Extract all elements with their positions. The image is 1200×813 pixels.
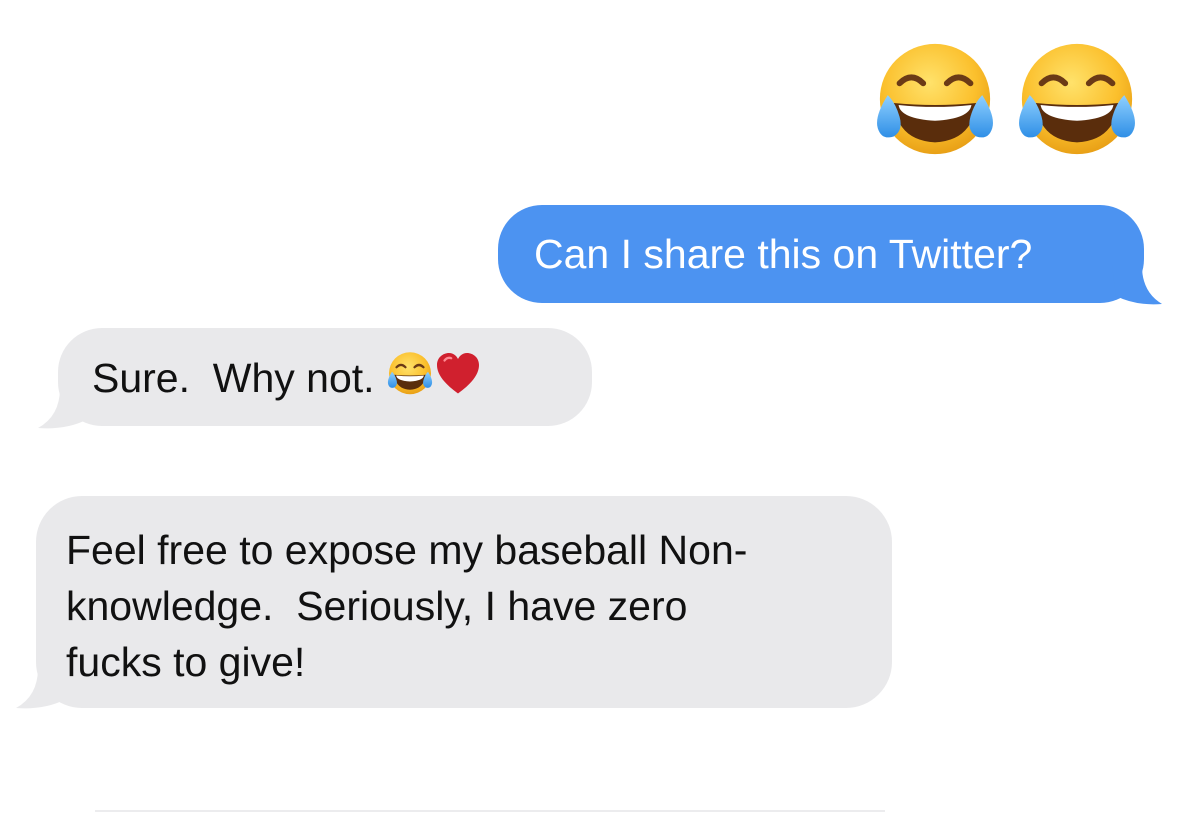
received-bubble-tail [16, 668, 68, 709]
received-bubble-tail [38, 388, 90, 429]
received-message-bubble[interactable]: Feel free to expose my baseball Non- kno… [36, 496, 892, 708]
jumbo-emoji-message[interactable] [872, 38, 1140, 164]
face-with-tears-of-joy-icon [872, 38, 998, 164]
received-message-bubble[interactable]: Sure. Why not. [58, 328, 592, 426]
received-message-line: fucks to give! [66, 639, 306, 685]
face-with-tears-of-joy-icon [1014, 38, 1140, 164]
bottom-divider [95, 810, 885, 812]
red-heart-icon [434, 350, 482, 398]
sent-message-text: Can I share this on Twitter? [534, 231, 1033, 277]
received-message-line: knowledge. Seriously, I have zero [66, 583, 688, 629]
face-with-tears-of-joy-icon [386, 350, 434, 398]
message-thread: Can I share this on Twitter? Sure. Why n… [0, 0, 1200, 813]
received-message-text: Sure. Why not. [92, 355, 386, 401]
sent-message-bubble[interactable]: Can I share this on Twitter? [498, 205, 1144, 303]
received-message-line: Feel free to expose my baseball Non- [66, 527, 748, 573]
sent-bubble-tail [1112, 266, 1162, 305]
